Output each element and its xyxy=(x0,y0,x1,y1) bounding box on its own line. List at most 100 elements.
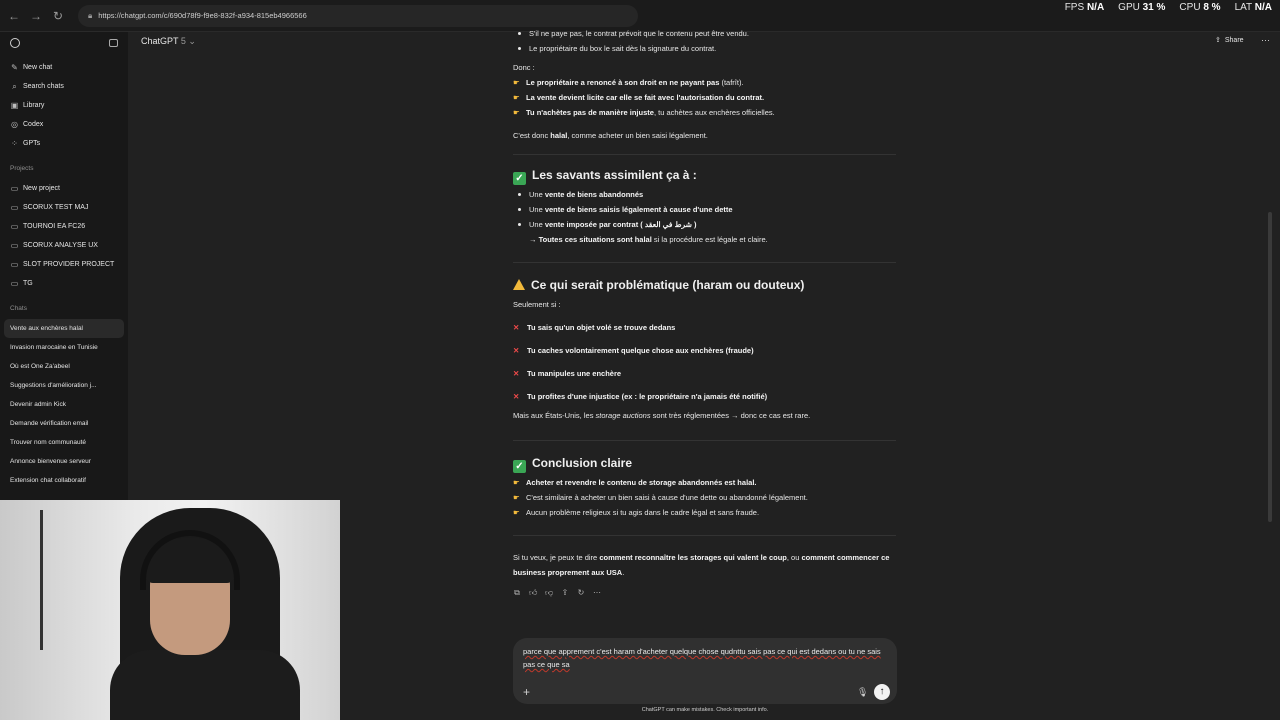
folder-icon: ▭ xyxy=(10,279,19,288)
library-icon: ▣ xyxy=(10,101,19,110)
folder-icon: ▭ xyxy=(10,241,19,250)
list-item: ☛ Aucun problème religieux si tu agis dan… xyxy=(513,505,898,520)
openai-logo-icon[interactable] xyxy=(10,38,20,48)
list-item: ☛ C'est similaire à acheter un bien saisi… xyxy=(513,490,898,505)
sidebar-chat-item[interactable]: Vente aux enchères halal xyxy=(4,319,124,338)
sidebar-item-gpts[interactable]: ⁘ GPTs xyxy=(0,134,128,153)
regenerate-icon[interactable]: ↻ xyxy=(577,588,585,597)
thumbs-down-icon[interactable]: 👎︎ xyxy=(545,588,553,597)
list-item: Une vente imposée par contrat ( شرط في ا… xyxy=(513,217,898,232)
sidebar-project[interactable]: ▭ SCORUX ANALYSE UX xyxy=(0,236,128,255)
sidebar-project[interactable]: ▭ SLOT PROVIDER PROJECT xyxy=(0,255,128,274)
codex-icon: ◎ xyxy=(11,120,18,129)
message-actions: ⧉ 👍︎ 👎︎ ⇪ ↻ ⋯ xyxy=(513,588,601,597)
sidebar-toggle-icon[interactable] xyxy=(109,39,118,47)
list-item: ☛ La vente devient licite car elle se fai… xyxy=(513,90,898,105)
folder-icon: ▭ xyxy=(10,260,19,269)
share-button[interactable]: ⇪ Share xyxy=(1215,36,1244,45)
sidebar-chat-item[interactable]: Demande vérification email xyxy=(0,414,128,433)
message-composer[interactable]: parce que apprement c'est haram d'achete… xyxy=(513,638,897,704)
chats-heading: Chats xyxy=(10,305,27,312)
pointing-hand-icon: ☛ xyxy=(513,78,520,87)
gpu-stat: GPU 31 % xyxy=(1118,2,1166,13)
send-button[interactable]: ↑ xyxy=(874,684,890,700)
performance-overlay: FPS N/A GPU 31 % CPU 8 % LAT N/A xyxy=(1065,2,1272,13)
disclaimer-text: ChatGPT can make mistakes. Check importa… xyxy=(641,707,769,713)
sidebar-item-search-chats[interactable]: ⌕ Search chats xyxy=(0,77,128,96)
warning-icon xyxy=(513,279,525,290)
microphone-icon[interactable]: 🎙︎ xyxy=(857,687,868,698)
sidebar-project[interactable]: ▭ TG xyxy=(0,274,128,293)
list-item: ✕ Tu manipules une enchère xyxy=(513,366,898,381)
pointing-hand-icon: ☛ xyxy=(513,508,520,517)
sidebar-chat-item[interactable]: Suggestions d'amélioration j... xyxy=(0,376,128,395)
prompt-input[interactable]: parce que apprement c'est haram d'achete… xyxy=(523,645,889,671)
chevron-down-icon: ⌄ xyxy=(188,36,196,46)
section-heading: Ce qui serait problématique (haram ou do… xyxy=(513,278,898,293)
reload-icon[interactable]: ↻ xyxy=(50,8,66,24)
cross-icon: ✕ xyxy=(513,369,520,378)
pointing-hand-icon: ☛ xyxy=(513,108,520,117)
check-icon: ✓ xyxy=(513,172,526,185)
paragraph: C'est donc halal, comme acheter un bien … xyxy=(513,131,708,140)
sidebar-chat-item[interactable]: Trouver nom communauté xyxy=(0,433,128,452)
list-item: ✕ Tu caches volontairement quelque chose … xyxy=(513,343,898,358)
list-item: S'il ne paye pas, le contrat prévoit que… xyxy=(513,26,898,41)
divider xyxy=(513,535,896,536)
share-icon[interactable]: ⇪ xyxy=(561,588,569,597)
divider xyxy=(513,262,896,263)
copy-icon[interactable]: ⧉ xyxy=(513,588,521,597)
list-item: ✕ Tu sais qu'un objet volé se trouve deda… xyxy=(513,320,898,335)
more-icon[interactable]: ⋯ xyxy=(593,588,601,597)
list-item: ✕ Tu profites d'une injustice (ex : le pr… xyxy=(513,389,898,404)
edit-icon: ✎ xyxy=(11,63,18,72)
forward-icon[interactable]: → xyxy=(28,8,44,24)
pointing-hand-icon: ☛ xyxy=(513,478,520,487)
sidebar-chat-item[interactable]: Où est One Za'abeel xyxy=(0,357,128,376)
cpu-stat: CPU 8 % xyxy=(1179,2,1221,13)
webcam-overlay xyxy=(0,500,340,720)
list-item: ☛ Tu n'achètes pas de manière injuste, tu… xyxy=(513,105,898,120)
grid-icon: ⁘ xyxy=(11,139,18,148)
person-body xyxy=(110,650,300,720)
lat-stat: LAT N/A xyxy=(1234,2,1272,13)
cross-icon: ✕ xyxy=(513,323,520,332)
cross-icon: ✕ xyxy=(513,346,520,355)
scrollbar[interactable] xyxy=(1268,212,1272,522)
sidebar-project-new[interactable]: ▭ New project xyxy=(0,179,128,198)
sidebar-chat-item[interactable]: Invasion marocaine en Tunisie xyxy=(0,338,128,357)
model-selector[interactable]: ChatGPT 5 ⌄ xyxy=(141,36,196,47)
paragraph: → Toutes ces situations sont halal si la… xyxy=(529,235,768,244)
sidebar-project[interactable]: ▭ TOURNOI EA FC26 xyxy=(0,217,128,236)
thumbs-up-icon[interactable]: 👍︎ xyxy=(529,588,537,597)
sidebar-project[interactable]: ▭ SCORUX TEST MAJ xyxy=(0,198,128,217)
more-options-icon[interactable]: ⋯ xyxy=(1261,35,1270,46)
folder-icon: ▭ xyxy=(10,222,19,231)
paragraph: Mais aux États-Unis, les storage auction… xyxy=(513,411,811,420)
list-item: ☛ Le propriétaire a renoncé à son droit e… xyxy=(513,75,898,90)
divider xyxy=(513,440,896,441)
sidebar-item-new-chat[interactable]: ✎ New chat xyxy=(0,58,128,77)
list-item: Une vente de biens saisis légalement à c… xyxy=(513,202,898,217)
fps-stat: FPS N/A xyxy=(1064,2,1105,13)
back-icon[interactable]: ← xyxy=(6,8,22,24)
paragraph: Si tu veux, je peux te dire comment reco… xyxy=(513,553,890,577)
sidebar-chat-item[interactable]: Devenir admin Kick xyxy=(0,395,128,414)
projects-heading: Projects xyxy=(10,165,34,172)
sidebar-chat-item[interactable]: Extension chat collaboratif xyxy=(0,471,128,490)
sidebar-chat-item[interactable]: Annonce bienvenue serveur xyxy=(0,452,128,471)
cross-icon: ✕ xyxy=(513,392,520,401)
folder-icon: ▭ xyxy=(10,203,19,212)
plus-icon[interactable]: + xyxy=(523,685,530,699)
divider xyxy=(513,154,896,155)
paragraph: Donc : xyxy=(513,63,535,72)
list-item: Une vente de biens abandonnés xyxy=(513,187,898,202)
list-item: Le propriétaire du box le sait dès la si… xyxy=(513,41,898,56)
sidebar-item-library[interactable]: ▣ Library xyxy=(0,96,128,115)
sidebar-item-codex[interactable]: ◎ Codex xyxy=(0,115,128,134)
address-bar[interactable]: 🔒︎ https://chatgpt.com/c/690d78f9-f9e8-8… xyxy=(78,4,638,27)
section-heading: ✓ Conclusion claire xyxy=(513,456,898,473)
lock-icon: 🔒︎ xyxy=(88,10,93,20)
pointing-hand-icon: ☛ xyxy=(513,93,520,102)
pointing-hand-icon: ☛ xyxy=(513,493,520,502)
